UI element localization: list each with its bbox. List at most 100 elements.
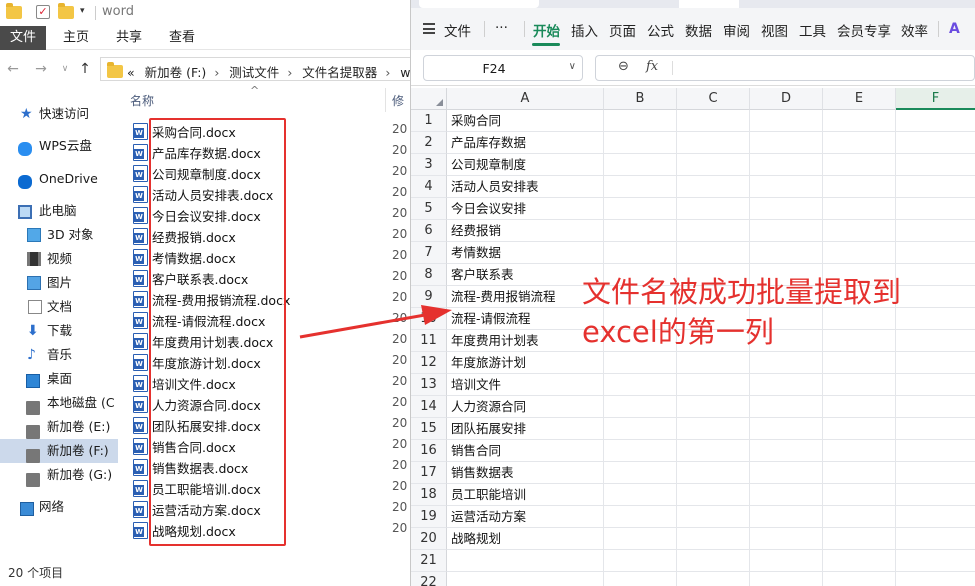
row-header[interactable]: 8 [411, 264, 447, 286]
column-header-b[interactable]: B [604, 88, 677, 110]
chevron-right-icon[interactable]: › [214, 65, 219, 80]
breadcrumb-drive-f[interactable]: 新加卷 (F:) [145, 65, 207, 80]
nav-wps-cloud[interactable]: WPS云盘 [0, 134, 118, 158]
forward-arrow-icon[interactable]: → [34, 60, 48, 78]
folder-icon[interactable] [6, 3, 22, 20]
menu-file[interactable]: 文件 [444, 20, 471, 40]
column-header-modified[interactable]: 修 [392, 92, 404, 109]
cell-a[interactable]: 年度旅游计划 [447, 352, 604, 374]
formula-input[interactable]: ⊖ fx [595, 55, 975, 81]
cell-a[interactable]: 公司规章制度 [447, 154, 604, 176]
nav-onedrive[interactable]: OneDrive [0, 167, 118, 191]
menu-home[interactable]: 开始 [533, 20, 560, 40]
tab-view[interactable]: 查看 [159, 26, 205, 50]
properties-icon[interactable]: ✓ [36, 5, 50, 19]
cell-a[interactable]: 流程-费用报销流程 [447, 286, 604, 308]
row-header[interactable]: 7 [411, 242, 447, 264]
cell-a[interactable]: 销售合同 [447, 440, 604, 462]
select-all-corner[interactable] [411, 88, 447, 110]
row-header[interactable]: 19 [411, 506, 447, 528]
cell-a[interactable]: 今日会议安排 [447, 198, 604, 220]
nav-drive-c[interactable]: 本地磁盘 (C [0, 391, 118, 415]
row-header[interactable]: 3 [411, 154, 447, 176]
cell-a[interactable]: 流程-请假流程 [447, 308, 604, 330]
chevron-right-icon[interactable]: › [385, 65, 390, 80]
menu-member[interactable]: 会员专享 [837, 20, 891, 40]
column-header-name[interactable]: 名称 [130, 92, 154, 109]
cell-a[interactable]: 运营活动方案 [447, 506, 604, 528]
column-divider[interactable] [385, 88, 386, 112]
menu-insert[interactable]: 插入 [571, 20, 598, 40]
cell-a[interactable]: 团队拓展安排 [447, 418, 604, 440]
row-header[interactable]: 14 [411, 396, 447, 418]
menu-view[interactable]: 视图 [761, 20, 788, 40]
column-header-e[interactable]: E [823, 88, 896, 110]
nav-drive-e[interactable]: 新加卷 (E:) [0, 415, 118, 439]
menu-data[interactable]: 数据 [685, 20, 712, 40]
row-header[interactable]: 20 [411, 528, 447, 550]
row-header[interactable]: 22 [411, 572, 447, 586]
row-header[interactable]: 2 [411, 132, 447, 154]
column-header-f[interactable]: F [896, 88, 975, 110]
cell-a[interactable]: 活动人员安排表 [447, 176, 604, 198]
customize-dropdown-icon[interactable]: ▾ [80, 6, 90, 22]
menu-formula[interactable]: 公式 [647, 20, 674, 40]
zoom-icon[interactable]: ⊖ [618, 59, 629, 74]
breadcrumb-test-files[interactable]: 测试文件 [229, 65, 279, 80]
cell-a[interactable]: 采购合同 [447, 110, 604, 132]
nav-3d-objects[interactable]: 3D 对象 [0, 223, 118, 247]
row-header[interactable]: 11 [411, 330, 447, 352]
name-box[interactable]: F24 ∨ [423, 55, 583, 81]
nav-drive-f[interactable]: 新加卷 (F:) [0, 439, 118, 463]
tab-home[interactable]: 主页 [53, 26, 99, 50]
menu-review[interactable]: 审阅 [723, 20, 750, 40]
breadcrumb-word[interactable]: wo [400, 65, 410, 80]
row-header[interactable]: 12 [411, 352, 447, 374]
menu-page[interactable]: 页面 [609, 20, 636, 40]
nav-drive-g[interactable]: 新加卷 (G:) [0, 463, 118, 487]
nav-pictures[interactable]: 图片 [0, 271, 118, 295]
nav-videos[interactable]: 视频 [0, 247, 118, 271]
recent-dropdown-icon[interactable]: ∨ [58, 60, 72, 78]
menu-efficiency[interactable]: 效率 [901, 20, 928, 40]
ai-assistant-icon[interactable]: A [949, 21, 960, 37]
row-header[interactable]: 10 [411, 308, 447, 330]
cell-a[interactable]: 产品库存数据 [447, 132, 604, 154]
row-header[interactable]: 16 [411, 440, 447, 462]
nav-documents[interactable]: 文档 [0, 295, 118, 319]
tab-file[interactable]: 文件 [0, 26, 47, 50]
cell-a[interactable]: 员工职能培训 [447, 484, 604, 506]
cell-a[interactable]: 培训文件 [447, 374, 604, 396]
nav-desktop[interactable]: 桌面 [0, 367, 118, 391]
document-tab[interactable] [679, 0, 739, 8]
column-header-a[interactable]: A [447, 88, 604, 110]
chevron-right-icon[interactable]: › [287, 65, 292, 80]
cell-a[interactable] [447, 572, 604, 586]
document-tab[interactable] [419, 0, 539, 8]
cell-a[interactable] [447, 550, 604, 572]
row-header[interactable]: 21 [411, 550, 447, 572]
cell-a[interactable]: 考情数据 [447, 242, 604, 264]
breadcrumb-extractor[interactable]: 文件名提取器 [302, 65, 377, 80]
row-header[interactable]: 17 [411, 462, 447, 484]
row-header[interactable]: 15 [411, 418, 447, 440]
row-header[interactable]: 18 [411, 484, 447, 506]
row-header[interactable]: 4 [411, 176, 447, 198]
cell-a[interactable]: 客户联系表 [447, 264, 604, 286]
tab-share[interactable]: 共享 [106, 26, 152, 50]
row-header[interactable]: 6 [411, 220, 447, 242]
hamburger-menu-icon[interactable] [423, 23, 435, 34]
nav-music[interactable]: ♪ 音乐 [0, 343, 118, 367]
menu-tools[interactable]: 工具 [799, 20, 826, 40]
nav-this-pc[interactable]: 此电脑 [0, 199, 118, 223]
column-header-c[interactable]: C [677, 88, 750, 110]
cell-a[interactable]: 销售数据表 [447, 462, 604, 484]
cell-a[interactable]: 人力资源合同 [447, 396, 604, 418]
row-header[interactable]: 5 [411, 198, 447, 220]
cell-a[interactable]: 战略规划 [447, 528, 604, 550]
function-icon[interactable]: fx [646, 59, 658, 74]
breadcrumb-overflow[interactable]: « [127, 65, 135, 80]
row-header[interactable]: 1 [411, 110, 447, 132]
nav-quick-access[interactable]: ★ 快速访问 [0, 102, 118, 126]
row-header[interactable]: 13 [411, 374, 447, 396]
